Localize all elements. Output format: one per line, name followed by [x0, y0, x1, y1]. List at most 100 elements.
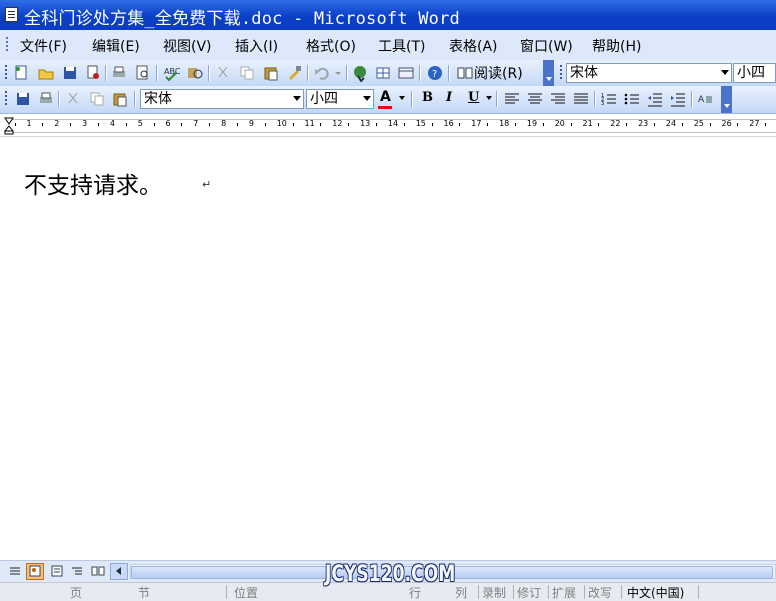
align-right-icon[interactable]: [549, 90, 567, 108]
status-extend[interactable]: 扩展: [552, 584, 576, 601]
font-combo[interactable]: 宋体: [140, 89, 304, 109]
chevron-down-icon[interactable]: [293, 96, 301, 101]
copy-icon[interactable]: [88, 90, 106, 108]
chevron-down-icon[interactable]: [363, 96, 371, 101]
underline-button[interactable]: U: [468, 90, 479, 105]
cut-icon[interactable]: [64, 90, 82, 108]
paste-icon[interactable]: [111, 90, 129, 108]
bullets-icon[interactable]: [623, 90, 641, 108]
horizontal-ruler[interactable]: 1 2 3 4 5 6 7 8 9 10 11 12 13 14 15 16 17 18 19 20 21 22 23 24 2…: [0, 114, 776, 137]
word-document-icon[interactable]: [5, 7, 18, 22]
print-icon[interactable]: [110, 64, 128, 82]
print-layout-view-icon[interactable]: [48, 563, 66, 580]
format-painter-icon[interactable]: [285, 64, 303, 82]
bold-button[interactable]: B: [422, 90, 433, 105]
outline-view-icon[interactable]: [68, 563, 86, 580]
site-watermark: JCYS120.COM: [325, 562, 456, 587]
status-overtype[interactable]: 改写: [588, 584, 612, 601]
status-divider: [226, 585, 227, 599]
increase-indent-icon[interactable]: [669, 90, 687, 108]
menu-format[interactable]: 格式(O): [306, 36, 356, 56]
cut-icon[interactable]: [214, 64, 232, 82]
print-preview-icon[interactable]: [134, 64, 152, 82]
status-record[interactable]: 录制: [482, 584, 506, 601]
print-icon[interactable]: [37, 90, 55, 108]
read-button[interactable]: 阅读(R): [454, 64, 534, 82]
new-document-icon[interactable]: [12, 64, 30, 82]
font-size-combo[interactable]: 小四: [306, 89, 374, 109]
tables-borders-icon[interactable]: [374, 64, 392, 82]
menu-tools[interactable]: 工具(T): [378, 36, 425, 56]
ruler-number: 19: [526, 119, 538, 128]
ruler-number: 22: [610, 119, 621, 128]
book-icon: [457, 67, 473, 79]
toolbar-options-chevron-icon[interactable]: [543, 60, 554, 86]
justify-icon[interactable]: [572, 90, 590, 108]
ruler-tick: [264, 123, 266, 126]
font-combo-value: 宋体: [144, 91, 172, 107]
permission-icon[interactable]: [84, 64, 102, 82]
indent-marker-icon[interactable]: [4, 117, 14, 135]
align-center-icon[interactable]: [526, 90, 544, 108]
toolbar-separator: [346, 65, 347, 81]
status-track-changes[interactable]: 修订: [517, 584, 541, 601]
styles-icon[interactable]: A: [697, 90, 715, 108]
ruler-tick: [376, 123, 377, 126]
menu-help[interactable]: 帮助(H): [592, 36, 641, 56]
formatting-toolbar: 宋体 小四 A B I U 123 A: [0, 86, 776, 114]
save-icon[interactable]: [61, 64, 79, 82]
scroll-left-icon[interactable]: [110, 563, 128, 580]
ruler-tick: [70, 123, 72, 126]
align-left-icon[interactable]: [503, 90, 521, 108]
research-icon[interactable]: [186, 64, 204, 82]
menu-insert[interactable]: 插入(I): [235, 36, 278, 56]
decrease-indent-icon[interactable]: [646, 90, 664, 108]
size-combo-value: 小四: [737, 65, 765, 81]
ruler-number: 17: [471, 119, 482, 128]
normal-view-icon[interactable]: [6, 563, 24, 580]
help-icon[interactable]: ?: [426, 64, 444, 82]
toolbar-options-chevron-icon[interactable]: [721, 86, 732, 113]
chevron-down-icon[interactable]: [721, 70, 729, 75]
document-body-text[interactable]: 不支持请求。: [24, 166, 162, 200]
window-title: 全科门诊处方集_全免费下载.doc - Microsoft Word: [24, 9, 460, 29]
ruler-tick: [709, 123, 711, 126]
menu-edit[interactable]: 编辑(E): [92, 36, 140, 56]
menu-window[interactable]: 窗口(W): [520, 36, 573, 56]
undo-dropdown-icon[interactable]: [333, 64, 343, 82]
menu-table[interactable]: 表格(A): [449, 36, 498, 56]
save-icon[interactable]: [14, 90, 32, 108]
insert-table-icon[interactable]: [397, 64, 415, 82]
size-combo-standard[interactable]: 小四: [733, 63, 776, 83]
chevron-down-icon[interactable]: [486, 96, 492, 100]
ruler-number: 16: [443, 119, 454, 128]
hyperlink-icon[interactable]: [352, 64, 370, 82]
toolbar-grip[interactable]: [5, 65, 7, 81]
ruler-tick: [98, 123, 99, 126]
toolbar-grip[interactable]: [560, 65, 562, 81]
chevron-down-icon[interactable]: [399, 96, 405, 100]
copy-icon[interactable]: [238, 64, 256, 82]
ruler-number: 2: [54, 119, 60, 128]
svg-text:?: ?: [432, 69, 437, 80]
toolbar-grip[interactable]: [5, 91, 7, 107]
menu-view[interactable]: 视图(V): [163, 36, 212, 56]
menubar-grip[interactable]: [6, 37, 8, 52]
status-language[interactable]: 中文(中国): [627, 584, 684, 601]
reading-layout-view-icon[interactable]: [89, 563, 107, 580]
italic-button[interactable]: I: [446, 90, 452, 105]
undo-icon[interactable]: [313, 64, 331, 82]
document-area[interactable]: 不支持请求。 ↵: [0, 137, 776, 560]
ruler-tick: [542, 123, 544, 126]
font-color-button[interactable]: A: [378, 89, 392, 109]
read-button-label: 阅读(R): [474, 66, 523, 82]
web-layout-view-icon[interactable]: [26, 563, 44, 580]
paste-icon[interactable]: [262, 64, 280, 82]
ruler-tick: [42, 123, 44, 126]
numbering-icon[interactable]: 123: [600, 90, 618, 108]
open-folder-icon[interactable]: [37, 64, 55, 82]
spelling-icon[interactable]: ABC: [162, 64, 180, 82]
font-combo-standard[interactable]: 宋体: [566, 63, 732, 83]
ruler-tick: [487, 123, 489, 126]
menu-file[interactable]: 文件(F): [20, 36, 67, 56]
